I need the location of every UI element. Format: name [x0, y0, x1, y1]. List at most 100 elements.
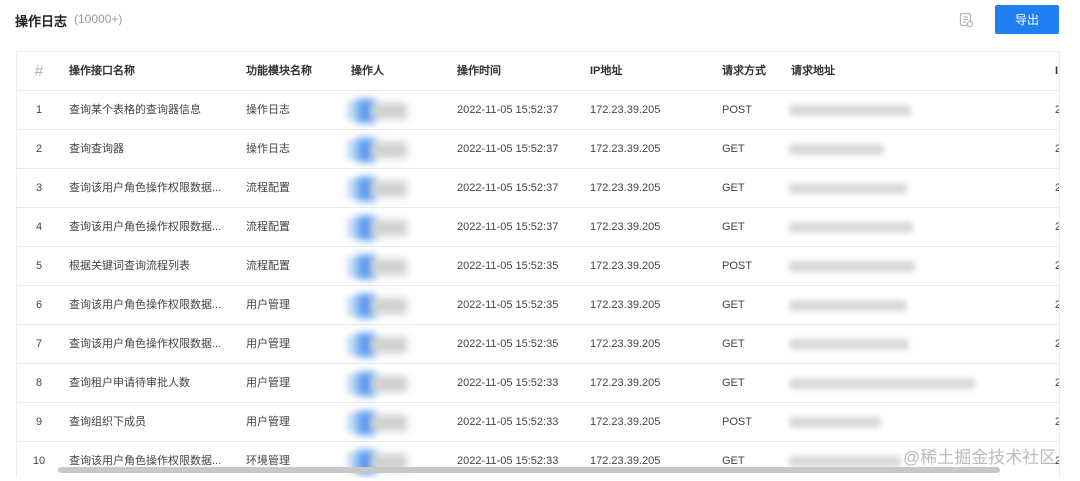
url-blurred — [789, 222, 913, 233]
row-module: 用户管理 — [246, 416, 290, 428]
operator-avatar-blurred — [347, 255, 409, 279]
row-extra: 2 — [1055, 130, 1059, 169]
row-name: 根据关键词查询流程列表 — [69, 260, 190, 272]
row-time: 2022-11-05 15:52:35 — [457, 260, 559, 272]
row-module: 流程配置 — [246, 182, 290, 194]
url-blurred — [789, 378, 975, 389]
column-header-time: 操作时间 — [457, 65, 501, 77]
row-module: 流程配置 — [246, 221, 290, 233]
column-header-name: 操作接口名称 — [69, 65, 135, 77]
row-method: GET — [722, 377, 745, 389]
row-extra: 2 — [1055, 169, 1059, 208]
table-row[interactable]: 9 查询组织下成员 用户管理 2022-11-05 15:52:33 172.2… — [17, 403, 1059, 442]
row-name: 查询组织下成员 — [69, 416, 146, 428]
row-time: 2022-11-05 15:52:37 — [457, 182, 559, 194]
row-name: 查询该用户角色操作权限数据... — [69, 299, 222, 311]
row-index: 2 — [35, 143, 43, 155]
watermark: @稀土掘金技术社区 — [903, 448, 1057, 467]
url-blurred — [789, 456, 901, 467]
row-name: 查询该用户角色操作权限数据... — [69, 182, 222, 194]
row-index: 4 — [35, 221, 43, 233]
row-method: GET — [722, 143, 745, 155]
row-index: 10 — [32, 455, 46, 467]
row-method: POST — [722, 104, 752, 116]
row-ip: 172.23.39.205 — [590, 104, 661, 116]
url-blurred — [789, 339, 909, 350]
operator-avatar-blurred — [347, 216, 409, 240]
row-ip: 172.23.39.205 — [590, 416, 661, 428]
row-ip: 172.23.39.205 — [590, 299, 661, 311]
operator-avatar-blurred — [347, 333, 409, 357]
url-blurred — [789, 417, 881, 428]
table-row[interactable]: 3 查询该用户角色操作权限数据... 流程配置 2022-11-05 15:52… — [17, 169, 1059, 208]
row-module: 用户管理 — [246, 338, 290, 350]
row-ip: 172.23.39.205 — [590, 338, 661, 350]
row-extra: 2 — [1055, 286, 1059, 325]
column-header-module: 功能模块名称 — [246, 65, 312, 77]
column-header-extra: I — [1055, 65, 1059, 77]
row-index: 1 — [35, 104, 43, 116]
table-row[interactable]: 1 查询某个表格的查询器信息 操作日志 2022-11-05 15:52:37 … — [17, 91, 1059, 130]
row-method: POST — [722, 416, 752, 428]
table-row[interactable]: 2 查询查询器 操作日志 2022-11-05 15:52:37 172.23.… — [17, 130, 1059, 169]
row-module: 操作日志 — [246, 143, 290, 155]
row-name: 查询该用户角色操作权限数据... — [69, 221, 222, 233]
hash-icon: # — [34, 63, 44, 80]
row-index: 3 — [35, 182, 43, 194]
table-row[interactable]: 7 查询该用户角色操作权限数据... 用户管理 2022-11-05 15:52… — [17, 325, 1059, 364]
url-blurred — [789, 261, 915, 272]
row-ip: 172.23.39.205 — [590, 377, 661, 389]
url-blurred — [789, 105, 911, 116]
row-extra: 2 — [1055, 364, 1059, 403]
page-title: 操作日志 — [15, 14, 68, 29]
column-header-method: 请求方式 — [722, 65, 766, 77]
row-method: GET — [722, 338, 745, 350]
row-index: 8 — [35, 377, 43, 389]
row-method: GET — [722, 182, 745, 194]
row-index: 6 — [35, 299, 43, 311]
row-module: 用户管理 — [246, 377, 290, 389]
operation-log-table: # 操作接口名称 功能模块名称 操作人 操作时间 IP地址 请求方式 请求地址 … — [16, 51, 1060, 478]
document-icon[interactable] — [958, 12, 974, 28]
row-ip: 172.23.39.205 — [590, 221, 661, 233]
row-time: 2022-11-05 15:52:37 — [457, 104, 559, 116]
row-extra: 2 — [1055, 325, 1059, 364]
column-header-index: # — [17, 52, 61, 91]
horizontal-scrollbar[interactable] — [58, 467, 1000, 473]
url-blurred — [789, 144, 884, 155]
table-row[interactable]: 8 查询租户申请待审批人数 用户管理 2022-11-05 15:52:33 1… — [17, 364, 1059, 403]
row-index: 9 — [35, 416, 43, 428]
row-name: 查询某个表格的查询器信息 — [69, 104, 201, 116]
page-header: 操作日志 (10000+) 导出 — [0, 0, 1080, 44]
export-button[interactable]: 导出 — [995, 5, 1059, 34]
row-index: 7 — [35, 338, 43, 350]
row-time: 2022-11-05 15:52:37 — [457, 143, 559, 155]
row-name: 查询该用户角色操作权限数据... — [69, 338, 222, 350]
operator-avatar-blurred — [347, 294, 409, 318]
row-time: 2022-11-05 15:52:35 — [457, 299, 559, 311]
row-time: 2022-11-05 15:52:33 — [457, 377, 559, 389]
row-time: 2022-11-05 15:52:35 — [457, 338, 559, 350]
row-method: POST — [722, 260, 752, 272]
operator-avatar-blurred — [347, 411, 409, 435]
row-ip: 172.23.39.205 — [590, 143, 661, 155]
table-row[interactable]: 4 查询该用户角色操作权限数据... 流程配置 2022-11-05 15:52… — [17, 208, 1059, 247]
row-time: 2022-11-05 15:52:37 — [457, 221, 559, 233]
table-header-row: # 操作接口名称 功能模块名称 操作人 操作时间 IP地址 请求方式 请求地址 … — [17, 52, 1059, 91]
operator-avatar-blurred — [347, 138, 409, 162]
table-row[interactable]: 5 根据关键词查询流程列表 流程配置 2022-11-05 15:52:35 1… — [17, 247, 1059, 286]
row-method: GET — [722, 221, 745, 233]
operator-avatar-blurred — [347, 177, 409, 201]
table-row[interactable]: 6 查询该用户角色操作权限数据... 用户管理 2022-11-05 15:52… — [17, 286, 1059, 325]
row-module: 用户管理 — [246, 299, 290, 311]
row-ip: 172.23.39.205 — [590, 260, 661, 272]
url-blurred — [789, 300, 907, 311]
row-name: 查询租户申请待审批人数 — [69, 377, 190, 389]
row-index: 5 — [35, 260, 43, 272]
row-extra: 2 — [1055, 247, 1059, 286]
row-method: GET — [722, 299, 745, 311]
url-blurred — [789, 183, 907, 194]
row-extra: 2 — [1055, 91, 1059, 130]
row-module: 流程配置 — [246, 260, 290, 272]
column-header-url: 请求地址 — [791, 65, 835, 77]
